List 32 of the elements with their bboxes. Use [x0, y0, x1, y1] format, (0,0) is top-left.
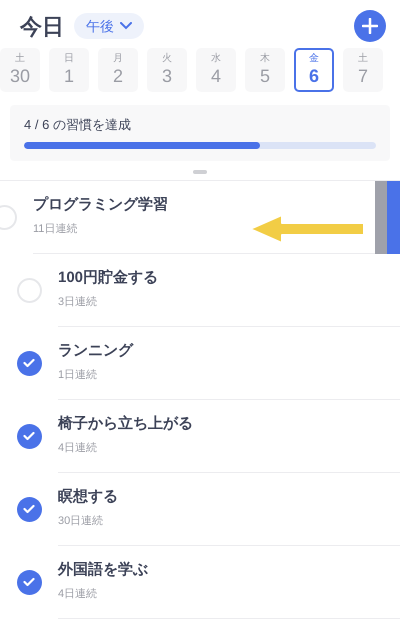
page-title: 今日: [20, 12, 64, 40]
day-tab[interactable]: 日 1: [49, 48, 89, 92]
streak-label: 30日連続: [58, 514, 104, 528]
streak-label: 11日連続: [33, 222, 78, 236]
habit-name: 瞑想する: [58, 487, 118, 507]
plus-icon: [362, 18, 378, 34]
streak-label: 4日連続: [58, 586, 98, 602]
day-tab[interactable]: 月 2: [98, 48, 138, 92]
streak-label: 4日連続: [58, 440, 98, 456]
streak-label: 3日連続: [58, 294, 98, 310]
day-tab[interactable]: 金 6: [294, 48, 334, 92]
add-button[interactable]: [354, 10, 386, 42]
streak-label: 1日連続: [58, 368, 98, 382]
day-tab[interactable]: 火 3: [147, 48, 187, 92]
chevron-down-icon: [120, 22, 132, 30]
drag-handle[interactable]: [193, 170, 207, 174]
check-icon: [23, 358, 35, 368]
progress-label: 4 / 6 の習慣を達成: [24, 116, 132, 134]
day-tab[interactable]: 水 4: [196, 48, 236, 92]
habit-name: 椅子から立ち上がる: [58, 414, 193, 434]
day-tab[interactable]: 木 5: [245, 48, 285, 92]
check-icon: [23, 577, 35, 587]
period-dropdown[interactable]: 午後: [74, 13, 144, 39]
day-tab[interactable]: 土 7: [343, 48, 383, 92]
habit-name: 100円貯金する: [58, 268, 158, 288]
check-icon: [23, 431, 35, 441]
day-tab[interactable]: 土 30: [0, 48, 40, 92]
habit-name: ランニング: [58, 341, 133, 361]
habit-name: 外国語を学ぶ: [58, 560, 148, 580]
check-icon: [23, 504, 35, 514]
habit-name: プログラミング学習: [33, 195, 168, 215]
habit-row[interactable]: プログラミング学習 11日連続: [0, 180, 400, 254]
